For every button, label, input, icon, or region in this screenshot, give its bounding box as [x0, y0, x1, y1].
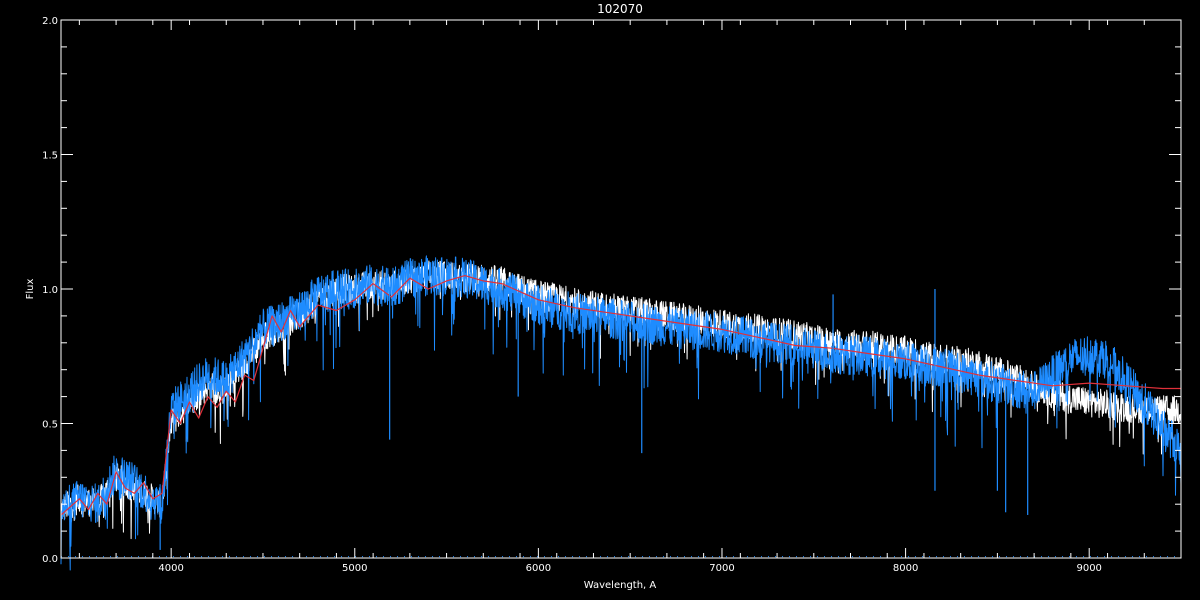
y-tick-label: 1.5	[42, 151, 58, 162]
y-axis-label: Flux	[25, 279, 36, 300]
x-tick-label: 8000	[893, 563, 918, 574]
x-tick-label: 6000	[526, 563, 551, 574]
spectrum-chart: 4000 5000 6000 7000 8000 90000.00.51.01.52.0 …	[0, 0, 1200, 600]
y-tick-label: 1.0	[42, 285, 58, 296]
y-tick-label: 0.0	[42, 554, 58, 565]
chart-title: 102070	[597, 2, 643, 16]
y-tick-label: 2.0	[42, 16, 58, 27]
y-tick-label: 0.5	[42, 420, 58, 431]
x-axis-label: Wavelength, A	[584, 580, 657, 591]
x-tick-label: 9000	[1076, 563, 1101, 574]
x-tick-label: 7000	[709, 563, 734, 574]
x-tick-label: 5000	[342, 563, 367, 574]
x-tick-label: 4000	[158, 563, 183, 574]
